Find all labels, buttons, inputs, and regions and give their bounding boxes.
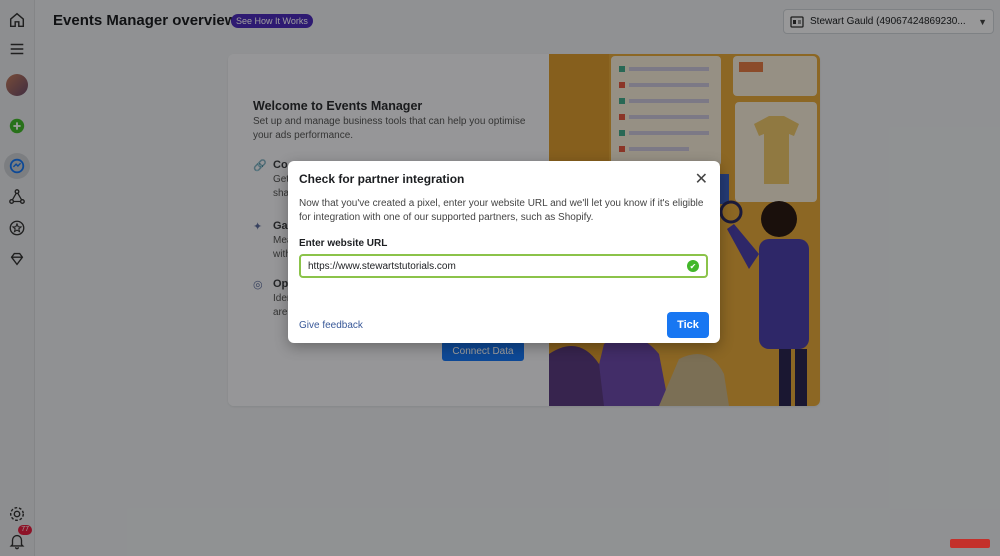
subscribe-watermark — [950, 539, 990, 548]
website-url-field[interactable]: ✔ — [299, 254, 708, 278]
dialog-title: Check for partner integration — [299, 172, 465, 186]
website-url-label: Enter website URL — [299, 238, 388, 249]
give-feedback-link[interactable]: Give feedback — [299, 320, 363, 331]
dialog-description: Now that you've created a pixel, enter y… — [299, 198, 704, 223]
partner-integration-dialog: Check for partner integration ✕ Now that… — [288, 161, 720, 343]
valid-check-icon: ✔ — [687, 260, 699, 272]
website-url-input[interactable] — [308, 260, 687, 272]
tick-button[interactable]: Tick — [667, 312, 709, 338]
close-icon[interactable]: ✕ — [695, 169, 708, 189]
